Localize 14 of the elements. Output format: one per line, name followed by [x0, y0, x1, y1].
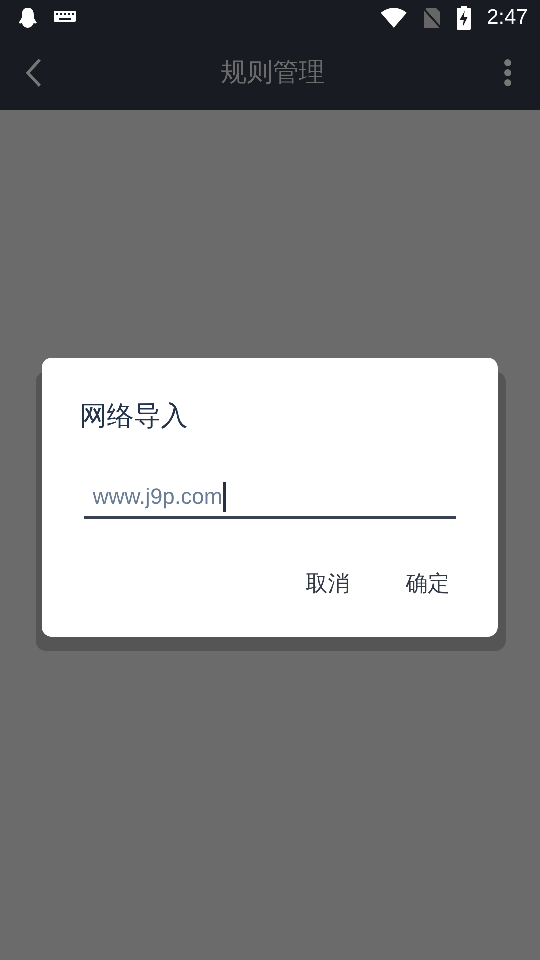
url-field[interactable]: www.j9p.com	[84, 478, 456, 519]
keyboard-icon	[54, 10, 76, 24]
no-sim-icon	[423, 6, 442, 28]
battery-charging-icon	[457, 6, 472, 30]
penguin-icon	[18, 6, 38, 28]
wifi-icon	[381, 8, 408, 28]
back-icon[interactable]	[26, 58, 42, 88]
text-cursor	[222, 482, 226, 512]
dialog-button[interactable]: 取消	[300, 565, 356, 603]
status-time: 2:47	[487, 6, 528, 30]
screen-title: 规则管理	[221, 57, 325, 90]
more-options-icon[interactable]	[504, 58, 512, 86]
dialog-button[interactable]: 确定	[400, 565, 456, 603]
dialog-title: 网络导入	[80, 400, 189, 434]
